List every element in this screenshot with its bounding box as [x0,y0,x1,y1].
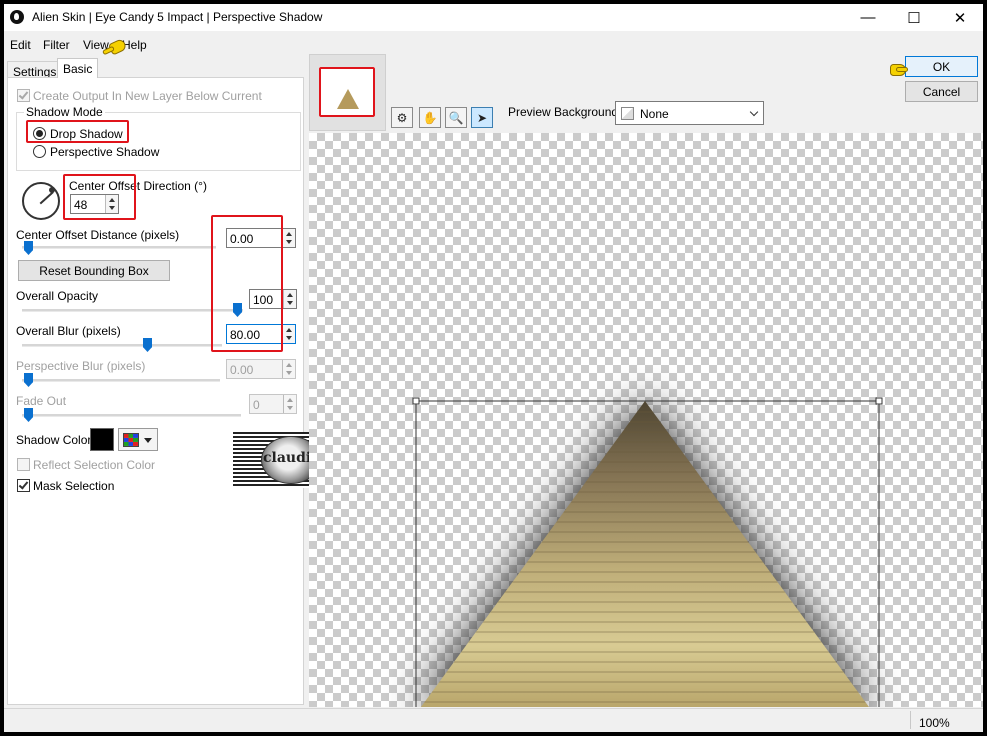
overall-blur-track [22,344,222,347]
chevron-down-icon [144,438,152,443]
eye-candy-window: Alien Skin | Eye Candy 5 Impact | Perspe… [0,0,987,736]
center-offset-distance-track [22,246,216,249]
perspective-shadow-label: Perspective Shadow [50,145,160,159]
fade-out-slider[interactable] [24,408,33,422]
perspective-blur-label: Perspective Blur (pixels) [16,359,146,373]
shadow-color-label: Shadow Color [16,433,92,447]
perspective-shadow-radio[interactable] [33,145,46,158]
menu-filter[interactable]: Filter [43,38,70,52]
pan-zoom-toggle-icon[interactable]: ⚙ [391,107,413,128]
highlight-drop-shadow [26,120,129,143]
overall-blur-slider[interactable] [143,338,152,352]
create-output-checkbox[interactable] [17,89,30,102]
preview-navigator[interactable] [309,54,386,131]
chevron-down-icon [749,107,759,117]
perspective-blur-slider[interactable] [24,373,33,387]
fade-out-label: Fade Out [16,394,67,408]
highlight-direction [63,174,136,220]
fade-out-track [22,414,241,417]
navigator-viewport[interactable] [319,67,375,117]
mask-selection-label: Mask Selection [33,479,115,493]
tab-settings[interactable]: Settings [7,61,63,79]
overall-opacity-track [22,309,243,312]
preview-background-select[interactable]: None [615,101,764,125]
alien-skin-app-icon [10,10,24,24]
title-bar: Alien Skin | Eye Candy 5 Impact | Perspe… [4,4,983,31]
center-offset-distance-label: Center Offset Distance (pixels) [16,228,180,242]
menu-bar: Edit Filter View Help [4,34,983,56]
reflect-selection-color-label: Reflect Selection Color [33,458,156,472]
status-bar: 100% [4,708,983,732]
maximize-button[interactable]: ☐ [891,4,937,31]
reset-bounding-box-button[interactable]: Reset Bounding Box [18,260,170,281]
fade-out-input[interactable]: 0 [249,394,297,414]
cancel-button[interactable]: Cancel [905,81,978,102]
color-palette-button[interactable] [118,428,158,451]
mask-selection-checkbox[interactable] [17,479,30,492]
preview-image [412,397,883,707]
select-tool-icon[interactable]: ➤ [471,107,493,128]
create-output-label: Create Output In New Layer Below Current [33,89,262,103]
shadow-color-swatch[interactable] [90,428,114,451]
palette-icon [123,433,139,447]
menu-edit[interactable]: Edit [10,38,31,52]
zoom-level: 100% [919,716,950,730]
highlight-distance-opacity-blur [211,215,283,352]
shadow-mode-title: Shadow Mode [24,105,105,119]
center-offset-distance-slider[interactable] [24,241,33,255]
reflect-selection-color-checkbox[interactable] [17,458,30,471]
preview-background-label: Preview Background: [508,105,622,119]
shadow-mode-group: Shadow Mode Drop Shadow Perspective Shad… [16,105,301,171]
direction-dial[interactable] [22,182,60,220]
perspective-blur-input[interactable]: 0.00 [226,359,296,379]
zoom-tool-icon[interactable]: 🔍 [445,107,467,128]
basic-settings-panel: Create Output In New Layer Below Current… [7,77,304,705]
overall-opacity-label: Overall Opacity [16,289,99,303]
ok-button[interactable]: OK [905,56,978,77]
pointing-hand-icon [882,62,908,78]
overall-blur-label: Overall Blur (pixels) [16,324,121,338]
minimize-button[interactable]: — [845,4,891,31]
preview-canvas[interactable] [309,133,983,707]
window-title: Alien Skin | Eye Candy 5 Impact | Perspe… [32,10,323,24]
background-swatch-icon [621,107,634,120]
tab-basic[interactable]: Basic [57,58,99,78]
close-button[interactable]: ✕ [937,4,983,31]
perspective-blur-track [22,379,220,382]
hand-tool-icon[interactable]: ✋ [419,107,441,128]
